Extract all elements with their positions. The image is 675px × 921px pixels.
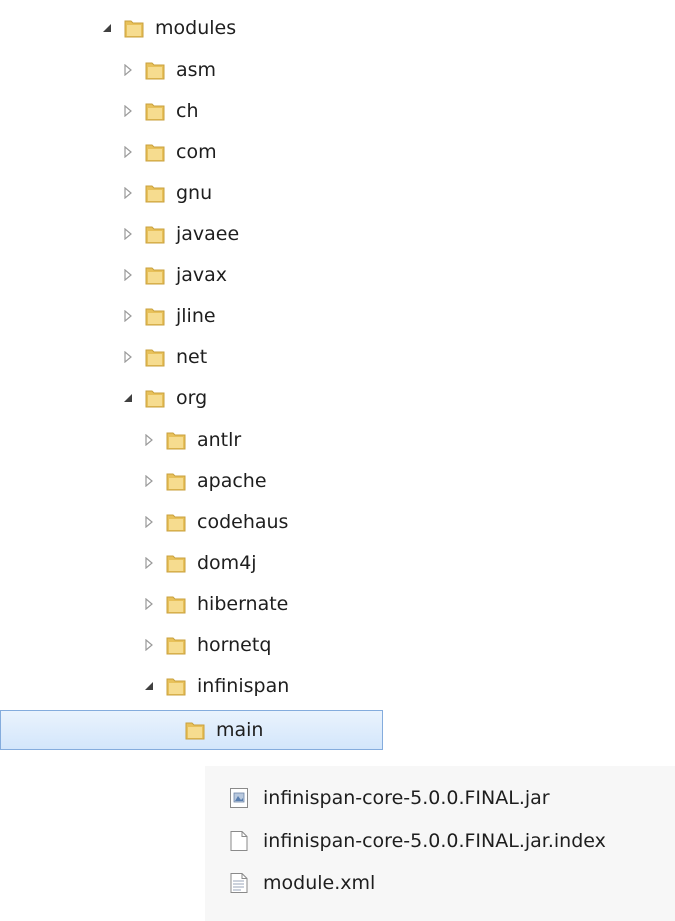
expanded-arrow-icon[interactable] — [100, 21, 114, 35]
file-name: infinispan-core-5.0.0.FINAL.jar.index — [263, 830, 606, 852]
folder-icon — [165, 634, 187, 656]
jar-file-icon — [229, 787, 249, 809]
tree-item-label: antlr — [197, 429, 242, 451]
tree-item-antlr[interactable]: antlr — [142, 420, 241, 460]
tree-item-label: dom4j — [197, 552, 257, 574]
tree-item-ch[interactable]: ch — [121, 91, 199, 131]
collapsed-arrow-icon[interactable] — [121, 268, 135, 282]
collapsed-arrow-icon[interactable] — [142, 597, 156, 611]
tree-item-hornetq[interactable]: hornetq — [142, 625, 271, 665]
tree-item-javax[interactable]: javax — [121, 255, 227, 295]
tree-item-jline[interactable]: jline — [121, 296, 216, 336]
tree-item-org[interactable]: org — [121, 378, 207, 418]
folder-icon — [165, 675, 187, 697]
collapsed-arrow-icon[interactable] — [142, 433, 156, 447]
tree-item-modules[interactable]: modules — [100, 8, 236, 48]
tree-item-asm[interactable]: asm — [121, 50, 216, 90]
tree-item-label: codehaus — [197, 511, 289, 533]
folder-icon — [144, 100, 166, 122]
collapsed-arrow-icon[interactable] — [121, 145, 135, 159]
file-item[interactable]: infinispan-core-5.0.0.FINAL.jar — [229, 780, 550, 816]
tree-item-label: modules — [155, 17, 237, 39]
folder-icon — [165, 429, 187, 451]
collapsed-arrow-icon[interactable] — [121, 350, 135, 364]
tree-item-main[interactable]: main — [0, 710, 383, 750]
folder-icon — [144, 264, 166, 286]
tree-item-label: net — [176, 346, 208, 368]
collapsed-arrow-icon[interactable] — [121, 309, 135, 323]
tree-item-label: hibernate — [197, 593, 289, 615]
tree-item-codehaus[interactable]: codehaus — [142, 502, 288, 542]
tree-item-apache[interactable]: apache — [142, 461, 267, 501]
tree-item-gnu[interactable]: gnu — [121, 173, 212, 213]
tree-item-infinispan[interactable]: infinispan — [142, 666, 289, 706]
folder-icon — [165, 552, 187, 574]
tree-item-label: org — [176, 387, 208, 409]
file-list: infinispan-core-5.0.0.FINAL.jar infinisp… — [205, 766, 675, 921]
tree-item-label: com — [176, 141, 217, 163]
tree-item-dom4j[interactable]: dom4j — [142, 543, 257, 583]
tree-item-net[interactable]: net — [121, 337, 207, 377]
tree-item-label: javax — [176, 264, 228, 286]
folder-icon — [144, 141, 166, 163]
folder-icon — [144, 223, 166, 245]
expanded-arrow-icon[interactable] — [121, 391, 135, 405]
tree-item-com[interactable]: com — [121, 132, 217, 172]
folder-icon — [144, 387, 166, 409]
collapsed-arrow-icon[interactable] — [121, 104, 135, 118]
folder-tree: modules asm ch com gnu javaee javax jlin… — [0, 0, 390, 760]
expanded-arrow-icon[interactable] — [142, 679, 156, 693]
folder-icon — [144, 182, 166, 204]
blank-file-icon — [229, 830, 249, 852]
file-name: infinispan-core-5.0.0.FINAL.jar — [263, 787, 550, 809]
tree-item-label: asm — [176, 59, 217, 81]
file-item[interactable]: infinispan-core-5.0.0.FINAL.jar.index — [229, 823, 606, 859]
file-name: module.xml — [263, 872, 376, 894]
tree-item-label: apache — [197, 470, 267, 492]
folder-icon — [165, 470, 187, 492]
folder-icon — [144, 346, 166, 368]
collapsed-arrow-icon[interactable] — [121, 227, 135, 241]
tree-item-label: javaee — [176, 223, 240, 245]
collapsed-arrow-icon[interactable] — [142, 638, 156, 652]
tree-item-label: hornetq — [197, 634, 272, 656]
tree-item-hibernate[interactable]: hibernate — [142, 584, 288, 624]
tree-item-label: jline — [176, 305, 216, 327]
tree-item-javaee[interactable]: javaee — [121, 214, 239, 254]
folder-icon — [144, 305, 166, 327]
tree-item-label: ch — [176, 100, 199, 122]
collapsed-arrow-icon[interactable] — [121, 63, 135, 77]
tree-item-label: gnu — [176, 182, 213, 204]
folder-icon — [123, 17, 145, 39]
tree-item-label: main — [216, 719, 264, 741]
folder-icon — [184, 719, 206, 741]
collapsed-arrow-icon[interactable] — [142, 515, 156, 529]
folder-icon — [165, 511, 187, 533]
collapsed-arrow-icon[interactable] — [121, 186, 135, 200]
file-item[interactable]: module.xml — [229, 865, 375, 901]
folder-icon — [144, 59, 166, 81]
tree-item-label: infinispan — [197, 675, 290, 697]
folder-icon — [165, 593, 187, 615]
collapsed-arrow-icon[interactable] — [142, 556, 156, 570]
text-file-icon — [229, 872, 249, 894]
collapsed-arrow-icon[interactable] — [142, 474, 156, 488]
